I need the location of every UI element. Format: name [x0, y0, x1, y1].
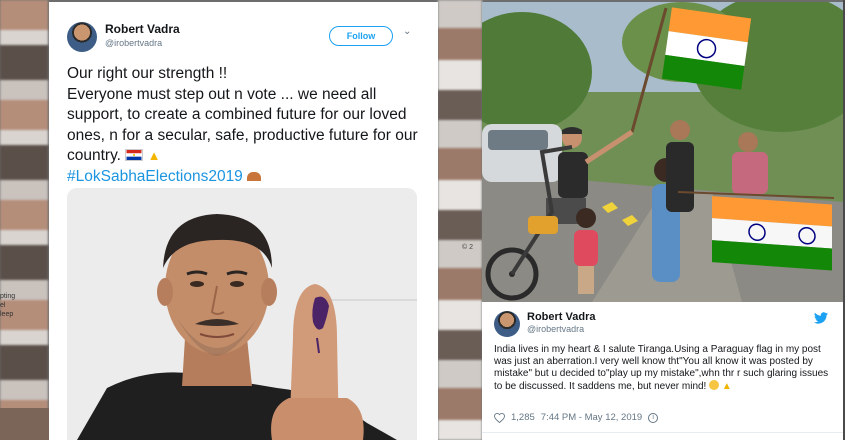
tweet-photo-inked-finger[interactable] [67, 188, 417, 440]
divider [482, 432, 843, 433]
author-handle[interactable]: @irobertvadra [527, 324, 584, 334]
street-scene-with-flags-illustration [482, 2, 843, 302]
tweet-body: India lives in my heart & I salute Tiran… [494, 344, 829, 392]
tiranga-street-photo[interactable] [482, 2, 843, 302]
info-icon[interactable]: i [648, 412, 659, 423]
right-tweet-card: Robert Vadra @irobertvadra India lives i… [482, 302, 843, 440]
thumbs-up-emoji-icon: ▲ [721, 381, 732, 392]
background-middle-strip [438, 0, 482, 440]
author-handle[interactable]: @irobertvadra [105, 38, 162, 48]
tweet-text: Our right our strength !! Everyone must … [67, 64, 427, 187]
tweet-line-1: Our right our strength !! [67, 65, 228, 82]
author-name[interactable]: Robert Vadra [105, 22, 180, 36]
folded-hands-emoji-icon: ▲ [147, 148, 161, 163]
man-showing-inked-finger-illustration [67, 188, 417, 440]
background-left-strip [0, 0, 48, 440]
chevron-down-icon[interactable]: ⌄ [403, 26, 411, 37]
follow-button[interactable]: Follow [329, 26, 393, 46]
tweet-body: Everyone must step out n vote ... we nee… [67, 85, 427, 167]
tweet-timestamp[interactable]: 7:44 PM - May 12, 2019 [541, 412, 642, 423]
smiling-face-emoji-icon [709, 380, 720, 390]
like-count[interactable]: 1,285 [511, 412, 535, 423]
tweet-line-2: Everyone must step out n vote ... we nee… [67, 85, 418, 165]
hashtag-link[interactable]: #LokSabhaElections2019 [67, 168, 243, 185]
hut-emoji-icon [247, 171, 262, 181]
avatar[interactable] [67, 22, 97, 52]
left-tweet-card: Robert Vadra @irobertvadra Follow ⌄ Our … [49, 2, 438, 440]
background-bottom-left [0, 408, 50, 440]
avatar[interactable] [494, 311, 520, 337]
background-middle-text: © 2 [462, 244, 473, 251]
background-left-text: pting el leep [0, 293, 16, 318]
heart-icon[interactable] [494, 412, 505, 423]
tweet-text: India lives in my heart & I salute Tiran… [494, 344, 829, 393]
paraguay-flag-emoji-icon [125, 149, 144, 161]
twitter-bird-icon[interactable] [814, 312, 828, 324]
author-name[interactable]: Robert Vadra [527, 311, 595, 323]
tweet-meta: 1,285 7:44 PM - May 12, 2019 i [494, 412, 659, 423]
